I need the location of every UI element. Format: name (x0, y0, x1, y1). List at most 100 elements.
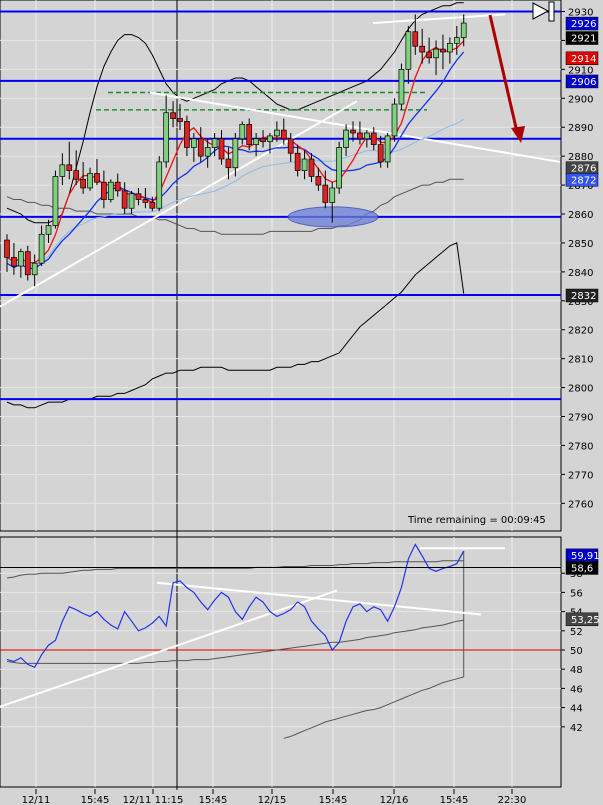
candle-body (218, 138, 225, 160)
candle-body (128, 193, 135, 209)
price-tick-label: 2780 (568, 441, 593, 452)
oscillator-panel-frame (0, 536, 562, 788)
candle-body (149, 202, 156, 209)
price-tick-label: 2800 (568, 384, 593, 395)
candle-body (280, 129, 287, 140)
candle-body (163, 112, 170, 163)
candle-body (370, 132, 377, 145)
candle-body (391, 103, 398, 137)
candle-body (11, 257, 17, 267)
candle-body (287, 138, 294, 154)
candle-body (336, 147, 343, 189)
oscillator-tick-label: 44 (570, 704, 583, 715)
candle-body (121, 190, 128, 209)
candle-body (211, 138, 218, 148)
candle-body (204, 147, 211, 157)
price-tag-label: 2832 (571, 291, 596, 302)
candle-body (377, 144, 384, 163)
price-tick-label: 2860 (568, 210, 593, 221)
time-tick-label: 15:45 (440, 795, 469, 805)
time-tick-label: 12/11 11:15 (123, 795, 184, 805)
price-tick-label: 2850 (568, 239, 593, 250)
time-tick-label: 15:45 (199, 795, 228, 805)
candle-body (440, 48, 446, 53)
candle-body (460, 22, 467, 38)
candle-body (419, 45, 426, 53)
candle-body (315, 176, 322, 186)
candle-body (363, 132, 370, 140)
candle-body (114, 181, 121, 192)
candle-body (38, 233, 45, 264)
time-remaining-text: Time remaining = 00:09:45 (407, 515, 546, 526)
price-tag-label: 2914 (571, 54, 596, 65)
candle-body (135, 193, 142, 200)
candle-body (59, 164, 66, 177)
time-tick-label: 22:30 (498, 795, 527, 805)
price-tag-label: 2906 (571, 77, 596, 88)
candle-body (301, 158, 308, 171)
candle-body (412, 31, 419, 47)
candle-body (308, 158, 315, 177)
price-tick-label: 2810 (568, 355, 593, 366)
price-tag-label: 2926 (571, 19, 596, 30)
candle-body (260, 138, 266, 143)
candle-body (45, 225, 52, 235)
time-tick-label: 12/11 (22, 795, 51, 805)
candle-body (253, 138, 259, 145)
candle-body (17, 251, 24, 267)
oscillator-tick-label: 42 (570, 723, 583, 734)
candle-body (433, 48, 439, 59)
candle-body (405, 31, 412, 70)
time-tick-label: 12/16 (380, 795, 409, 805)
price-tick-label: 2900 (568, 94, 593, 105)
oscillator-tick-label: 50 (570, 646, 583, 657)
price-tick-label: 2890 (568, 123, 593, 134)
candle-body (156, 161, 163, 209)
candle-body (31, 262, 38, 276)
candle-body (426, 51, 432, 59)
candle-body (350, 129, 356, 134)
price-tick-label: 2790 (568, 413, 593, 424)
candle-body (398, 69, 405, 105)
chart-canvas: 2930292029102900289028802870286028502840… (0, 0, 603, 805)
scroll-end-marker-icon (548, 1, 555, 22)
candle-body (197, 138, 204, 157)
candle-body (24, 251, 31, 276)
candle-body (239, 123, 246, 140)
candle-body (232, 138, 239, 169)
price-tag-label: 2921 (571, 34, 596, 45)
price-tag-label: 59,91 (571, 551, 600, 562)
price-tag-label: 53,25 (571, 615, 600, 626)
candle-body (80, 178, 86, 189)
oscillator-tick-label: 46 (570, 684, 583, 695)
oscillator-tick-label: 52 (570, 627, 583, 638)
time-tick-label: 15:45 (81, 795, 110, 805)
candle-body (343, 129, 349, 148)
candle-body (447, 42, 453, 53)
candle-body (170, 112, 176, 119)
price-tag-label: 2872 (571, 175, 596, 186)
candle-body (225, 158, 232, 169)
candle-body (329, 187, 336, 203)
candle-body (322, 184, 329, 203)
candle-body (101, 181, 107, 200)
candle-body (453, 37, 460, 44)
candle-body (177, 118, 183, 122)
oscillator-tick-label: 48 (570, 665, 583, 676)
candle-body (73, 170, 80, 180)
price-tag-label: 58,6 (571, 563, 593, 574)
time-tick-label: 15:45 (319, 795, 348, 805)
candle-body (142, 199, 149, 203)
highlight-ellipse (287, 206, 379, 228)
price-tick-label: 2840 (568, 268, 593, 279)
candle-body (66, 164, 73, 171)
price-tick-label: 2760 (568, 499, 593, 510)
candle-body (190, 138, 197, 148)
candle-body (184, 121, 190, 148)
candle-body (107, 181, 114, 200)
time-tick-label: 12/15 (258, 795, 287, 805)
candle-body (4, 239, 10, 258)
price-tick-label: 2820 (568, 326, 593, 337)
candle-body (384, 135, 391, 163)
candle-body (357, 132, 363, 140)
